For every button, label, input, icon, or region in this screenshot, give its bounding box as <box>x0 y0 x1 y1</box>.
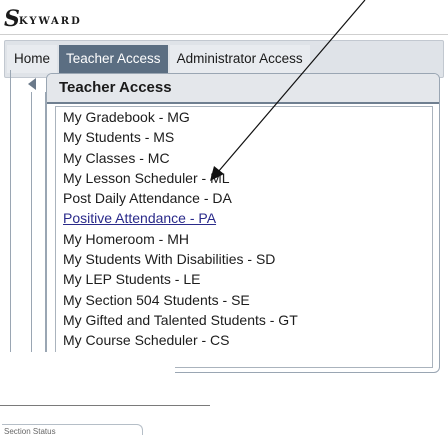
menu-item-course-scheduler[interactable]: My Course Scheduler - CS <box>56 330 432 350</box>
menu-item-homeroom[interactable]: My Homeroom - MH <box>56 229 432 249</box>
skyward-logo: S KYWARD <box>4 6 82 32</box>
menu-item-gifted[interactable]: My Gifted and Talented Students - GT <box>56 310 432 330</box>
panel-title: Teacher Access <box>47 74 439 104</box>
nav-administrator-access[interactable]: Administrator Access <box>169 45 310 73</box>
menu-item-lep[interactable]: My LEP Students - LE <box>56 269 432 289</box>
logo-text: KYWARD <box>18 16 82 27</box>
menu-item-classes[interactable]: My Classes - MC <box>56 148 432 168</box>
overlay-window-edge <box>0 405 210 406</box>
collapse-arrow-icon[interactable] <box>28 78 36 90</box>
menu-item-disabilities[interactable]: My Students With Disabilities - SD <box>56 249 432 269</box>
frame-line <box>31 92 32 372</box>
nav-home[interactable]: Home <box>7 45 58 73</box>
menu-item-lesson-scheduler[interactable]: My Lesson Scheduler - ML <box>56 168 432 188</box>
menu-item-gradebook[interactable]: My Gradebook - MG <box>56 107 432 127</box>
teacher-access-panel: Teacher Access My Gradebook - MG My Stud… <box>46 73 440 373</box>
nav-teacher-access[interactable]: Teacher Access <box>59 45 168 73</box>
menu-item-students[interactable]: My Students - MS <box>56 127 432 147</box>
menu-item-daily-attendance[interactable]: Post Daily Attendance - DA <box>56 188 432 208</box>
overlay-window <box>0 352 175 404</box>
header-divider <box>0 34 448 35</box>
logo-mark: S <box>4 6 20 32</box>
collapse-sidebar-frame <box>10 70 46 373</box>
menu-item-positive-attendance[interactable]: Positive Attendance - PA <box>56 208 432 228</box>
section-status-tab[interactable]: Section Status <box>2 424 143 435</box>
menu-item-section-504[interactable]: My Section 504 Students - SE <box>56 290 432 310</box>
teacher-access-menu: My Gradebook - MG My Students - MS My Cl… <box>55 106 433 368</box>
